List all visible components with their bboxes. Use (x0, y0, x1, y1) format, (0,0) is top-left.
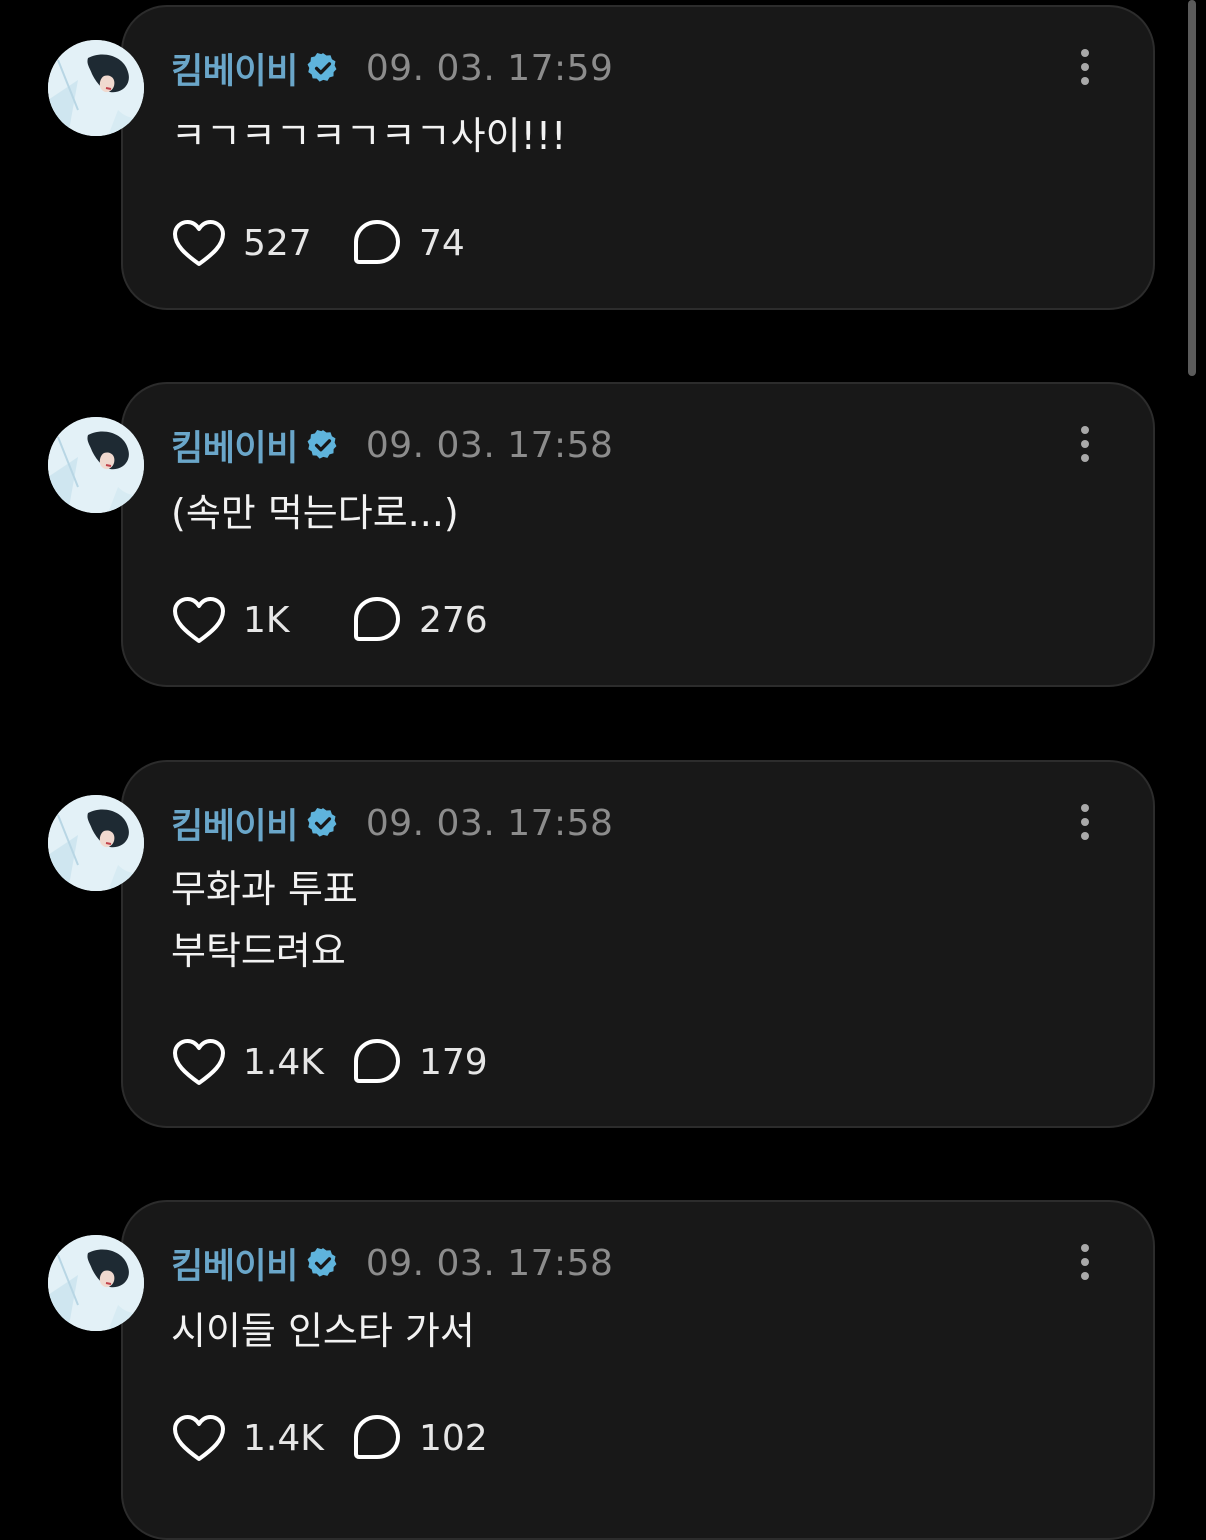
like-count: 1K (243, 599, 290, 641)
comment-feed: 킴베이비 09. 03. 17:59 ㅋㄱㅋㄱㅋㄱㅋㄱ사이!!! 527 74 (0, 0, 1206, 1540)
post-bubble[interactable]: 킴베이비 09. 03. 17:58 무화과 투표 부탁드려요 1.4K 179 (121, 760, 1155, 1128)
post-timestamp: 09. 03. 17:58 (365, 1242, 614, 1284)
username[interactable]: 킴베이비 (171, 420, 298, 471)
comment-button[interactable]: 74 (351, 218, 465, 268)
post-card: 킴베이비 09. 03. 17:58 무화과 투표 부탁드려요 1.4K 179 (0, 755, 1180, 1135)
like-count: 527 (243, 222, 312, 264)
comment-button[interactable]: 276 (351, 595, 488, 645)
like-button[interactable]: 1.4K (171, 1413, 351, 1463)
username[interactable]: 킴베이비 (171, 798, 298, 849)
post-actions: 1.4K 102 (171, 1408, 488, 1468)
post-bubble[interactable]: 킴베이비 09. 03. 17:59 ㅋㄱㅋㄱㅋㄱㅋㄱ사이!!! 527 74 (121, 5, 1155, 310)
avatar[interactable] (48, 795, 144, 891)
speech-bubble-icon (354, 1039, 400, 1083)
verified-badge-icon (306, 806, 340, 840)
kebab-menu-icon[interactable] (1073, 800, 1097, 844)
avatar[interactable] (48, 40, 144, 136)
heart-icon (173, 1039, 225, 1085)
speech-bubble-icon (354, 1415, 400, 1459)
post-header: 킴베이비 09. 03. 17:59 (171, 43, 613, 93)
username[interactable]: 킴베이비 (171, 43, 298, 94)
post-text: ㅋㄱㅋㄱㅋㄱㅋㄱ사이!!! (171, 114, 567, 158)
post-header: 킴베이비 09. 03. 17:58 (171, 1238, 613, 1288)
like-button[interactable]: 1K (171, 595, 351, 645)
heart-icon (173, 220, 225, 266)
comment-count: 102 (419, 1417, 488, 1459)
post-timestamp: 09. 03. 17:58 (365, 424, 614, 466)
like-count: 1.4K (243, 1041, 324, 1083)
post-actions: 1.4K 179 (171, 1032, 488, 1092)
verified-badge-icon (306, 51, 340, 85)
comment-count: 74 (419, 222, 465, 264)
heart-icon (173, 597, 225, 643)
post-bubble[interactable]: 킴베이비 09. 03. 17:58 (속만 먹는다로...) 1K 276 (121, 382, 1155, 687)
post-card: 킴베이비 09. 03. 17:58 (속만 먹는다로...) 1K 276 (0, 377, 1180, 697)
heart-icon (173, 1415, 225, 1461)
post-timestamp: 09. 03. 17:59 (365, 47, 614, 89)
verified-badge-icon (306, 428, 340, 462)
speech-bubble-icon (354, 597, 400, 641)
username[interactable]: 킴베이비 (171, 1238, 298, 1289)
post-text: (속만 먹는다로...) (171, 491, 459, 535)
scrollbar[interactable] (1188, 0, 1196, 376)
verified-badge-icon (306, 1246, 340, 1280)
kebab-menu-icon[interactable] (1073, 1240, 1097, 1284)
post-header: 킴베이비 09. 03. 17:58 (171, 420, 613, 470)
post-timestamp: 09. 03. 17:58 (365, 802, 614, 844)
kebab-menu-icon[interactable] (1073, 422, 1097, 466)
post-card: 킴베이비 09. 03. 17:58 시이들 인스타 가서 1.4K 102 (0, 1195, 1180, 1540)
post-actions: 527 74 (171, 213, 465, 273)
post-card: 킴베이비 09. 03. 17:59 ㅋㄱㅋㄱㅋㄱㅋㄱ사이!!! 527 74 (0, 0, 1180, 320)
comment-button[interactable]: 102 (351, 1413, 488, 1463)
kebab-menu-icon[interactable] (1073, 45, 1097, 89)
like-count: 1.4K (243, 1417, 324, 1459)
post-bubble[interactable]: 킴베이비 09. 03. 17:58 시이들 인스타 가서 1.4K 102 (121, 1200, 1155, 1540)
like-button[interactable]: 527 (171, 218, 351, 268)
comment-count: 276 (419, 599, 488, 641)
like-button[interactable]: 1.4K (171, 1037, 351, 1087)
comment-count: 179 (419, 1041, 488, 1083)
comment-button[interactable]: 179 (351, 1037, 488, 1087)
avatar[interactable] (48, 1235, 144, 1331)
avatar[interactable] (48, 417, 144, 513)
post-text: 무화과 투표 부탁드려요 (171, 867, 358, 973)
speech-bubble-icon (354, 220, 400, 264)
post-actions: 1K 276 (171, 590, 488, 650)
post-text: 시이들 인스타 가서 (171, 1309, 475, 1353)
post-header: 킴베이비 09. 03. 17:58 (171, 798, 613, 848)
